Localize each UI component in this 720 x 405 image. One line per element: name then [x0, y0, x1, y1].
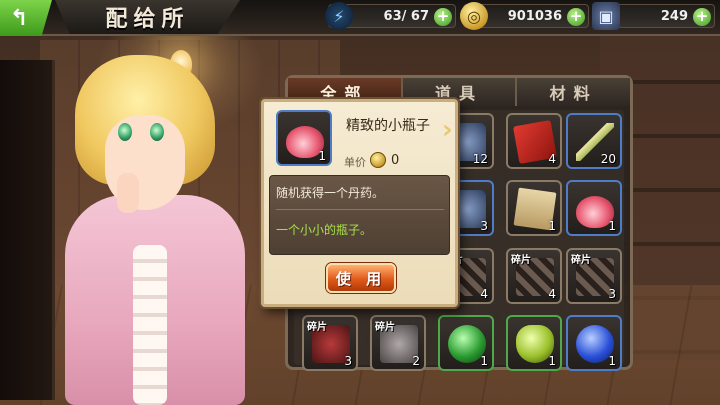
- gold-counter: ◎ 901036 +: [460, 2, 589, 30]
- inventory-slot[interactable]: 碎片 4: [506, 248, 562, 304]
- item-count: 4: [480, 287, 488, 301]
- item-count: 2: [412, 354, 420, 368]
- inventory-slot[interactable]: 1: [438, 315, 494, 371]
- item-count: 3: [344, 354, 352, 368]
- back-arrow-icon: ↰: [10, 5, 29, 31]
- inventory-slot[interactable]: 碎片 3: [302, 315, 358, 371]
- item-count: 20: [600, 152, 616, 166]
- title-plate: 配给所: [55, 0, 240, 34]
- description-divider: [276, 209, 444, 210]
- chevron-right-icon[interactable]: ›: [442, 114, 456, 148]
- inventory-slot[interactable]: 1: [566, 180, 622, 236]
- gem-card-icon: ▣: [592, 2, 620, 30]
- price-coin-icon: [370, 152, 386, 168]
- item-count: 4: [548, 287, 556, 301]
- tab-materials[interactable]: 材料: [517, 78, 631, 106]
- description-box: 随机获得一个丹药。 一个小小的瓶子。: [269, 175, 450, 255]
- item-detail-popup: 1 精致的小瓶子 › 单价 0 随机获得一个丹药。 一个小小的瓶子。 使 用: [261, 99, 458, 307]
- back-button[interactable]: ↰: [0, 0, 52, 36]
- item-count: 1: [548, 219, 556, 233]
- gem-value: 249: [660, 8, 688, 24]
- character-eye-right: [150, 123, 164, 141]
- item-count: 1: [548, 354, 556, 368]
- dark-doorway: [0, 60, 55, 400]
- energy-counter: ⚡ 63/ 67 +: [325, 2, 456, 30]
- inventory-slot[interactable]: 1: [566, 315, 622, 371]
- item-description: 随机获得一个丹药。: [276, 186, 385, 200]
- gold-value: 901036: [507, 8, 562, 24]
- inventory-slot[interactable]: 20: [566, 113, 622, 169]
- page-title: 配给所: [105, 6, 190, 32]
- item-name: 精致的小瓶子: [346, 118, 430, 134]
- shopkeeper-character: [55, 55, 255, 405]
- fragment-label: 碎片: [307, 322, 327, 333]
- use-button[interactable]: 使 用: [326, 263, 396, 293]
- inventory-slot[interactable]: 碎片 3: [566, 248, 622, 304]
- item-count: 1: [480, 354, 488, 368]
- add-gem-button[interactable]: +: [693, 8, 711, 26]
- item-count: 3: [480, 219, 488, 233]
- energy-value: 63/ 67: [383, 8, 429, 24]
- item-count: 12: [472, 152, 488, 166]
- add-gold-button[interactable]: +: [567, 8, 585, 26]
- character-frill: [133, 245, 167, 405]
- item-count: 4: [548, 152, 556, 166]
- character-hand: [117, 173, 139, 213]
- fragment-label: 碎片: [511, 255, 531, 266]
- top-bar: ↰ 配给所 ⚡ 63/ 67 + ◎ 901036 + ▣ 249 +: [0, 0, 720, 36]
- detail-item-slot: 1: [276, 110, 332, 166]
- lightning-icon: ⚡: [325, 2, 353, 30]
- item-count: 1: [608, 219, 616, 233]
- inventory-slot[interactable]: 1: [506, 315, 562, 371]
- fragment-label: 碎片: [375, 322, 395, 333]
- price-value: 0: [391, 153, 400, 168]
- detail-item-count: 1: [318, 149, 326, 163]
- inventory-slot[interactable]: 碎片 2: [370, 315, 426, 371]
- inventory-slot[interactable]: 1: [506, 180, 562, 236]
- gem-counter: ▣ 249 +: [592, 2, 715, 30]
- item-count: 3: [608, 287, 616, 301]
- add-energy-button[interactable]: +: [434, 8, 452, 26]
- item-flavor-text: 一个小小的瓶子。: [276, 223, 373, 237]
- fragment-label: 碎片: [571, 255, 591, 266]
- character-eye-left: [118, 123, 132, 141]
- inventory-slot[interactable]: 4: [506, 113, 562, 169]
- item-count: 1: [608, 354, 616, 368]
- price-label: 单价: [344, 156, 366, 169]
- coin-icon: ◎: [460, 2, 488, 30]
